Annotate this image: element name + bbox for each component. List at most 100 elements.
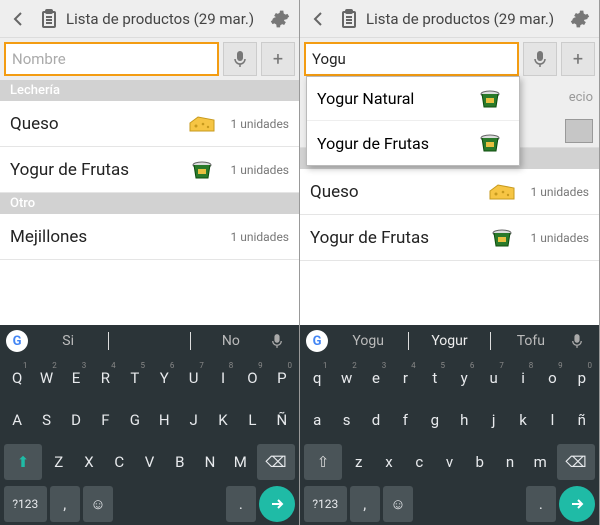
enter-key[interactable] <box>259 486 295 522</box>
mic-icon[interactable] <box>523 42 557 76</box>
key[interactable]: K <box>210 402 236 438</box>
key[interactable]: i8 <box>510 360 536 396</box>
key[interactable]: s <box>333 402 359 438</box>
suggestion[interactable]: Yogu <box>334 333 402 349</box>
key[interactable]: P0 <box>269 360 295 396</box>
google-icon[interactable]: G <box>6 330 28 352</box>
key[interactable]: k <box>510 402 536 438</box>
suggestion[interactable]: Yogur <box>415 333 483 349</box>
name-input[interactable] <box>312 50 511 68</box>
comma-key[interactable]: , <box>350 486 380 522</box>
list-item[interactable]: Queso 1 unidades <box>300 169 599 215</box>
key[interactable]: R4 <box>92 360 118 396</box>
key[interactable]: L <box>239 402 265 438</box>
key[interactable]: f <box>392 402 418 438</box>
google-icon[interactable]: G <box>306 330 328 352</box>
key[interactable]: e3 <box>363 360 389 396</box>
key[interactable]: ñ <box>569 402 595 438</box>
suggestion[interactable]: No <box>197 333 265 349</box>
key[interactable]: q1 <box>304 360 330 396</box>
emoji-key[interactable]: ☺ <box>83 486 113 522</box>
key[interactable]: V <box>136 444 163 480</box>
key[interactable]: X <box>75 444 102 480</box>
key[interactable]: r4 <box>392 360 418 396</box>
suggestion[interactable]: Si <box>34 333 102 349</box>
kbd-mic-icon[interactable] <box>271 333 293 349</box>
key[interactable]: l <box>539 402 565 438</box>
key[interactable]: I8 <box>210 360 236 396</box>
key[interactable]: G <box>122 402 148 438</box>
gear-icon[interactable] <box>565 4 595 34</box>
key[interactable]: u7 <box>480 360 506 396</box>
key[interactable]: E3 <box>63 360 89 396</box>
key[interactable]: p0 <box>569 360 595 396</box>
key[interactable]: v <box>436 444 463 480</box>
list-item[interactable]: Yogur de Frutas 1 unidades <box>0 147 299 193</box>
period-key[interactable]: . <box>526 486 556 522</box>
key[interactable]: B <box>166 444 193 480</box>
dropdown-item[interactable]: Yogur de Frutas <box>307 121 519 165</box>
key[interactable]: g <box>422 402 448 438</box>
key[interactable]: x <box>375 444 402 480</box>
backspace-key[interactable]: ⌫ <box>257 444 295 480</box>
key[interactable]: A <box>4 402 30 438</box>
back-icon[interactable] <box>304 4 334 34</box>
list-item[interactable]: Yogur de Frutas 1 unidades <box>300 215 599 261</box>
key[interactable]: S <box>33 402 59 438</box>
key[interactable]: W2 <box>33 360 59 396</box>
add-button[interactable]: + <box>261 42 295 76</box>
add-button[interactable]: + <box>561 42 595 76</box>
key[interactable]: Z <box>45 444 72 480</box>
key[interactable]: Y6 <box>151 360 177 396</box>
key[interactable]: h <box>451 402 477 438</box>
backspace-key[interactable]: ⌫ <box>557 444 595 480</box>
comma-key[interactable]: , <box>50 486 80 522</box>
key[interactable]: U7 <box>180 360 206 396</box>
key[interactable]: M <box>227 444 254 480</box>
space-key[interactable] <box>116 486 222 522</box>
symbols-key[interactable]: ?123 <box>304 486 347 522</box>
key[interactable]: z <box>345 444 372 480</box>
space-key[interactable] <box>416 486 522 522</box>
key[interactable]: n <box>496 444 523 480</box>
key[interactable]: c <box>406 444 433 480</box>
search-box[interactable] <box>304 42 519 76</box>
key[interactable]: Q1 <box>4 360 30 396</box>
image-placeholder-icon[interactable] <box>565 119 593 143</box>
emoji-key[interactable]: ☺ <box>383 486 413 522</box>
period-key[interactable]: . <box>226 486 256 522</box>
list-item[interactable]: Queso 1 unidades <box>0 101 299 147</box>
gear-icon[interactable] <box>265 4 295 34</box>
key[interactable]: t5 <box>422 360 448 396</box>
back-icon[interactable] <box>4 4 34 34</box>
key[interactable]: O9 <box>239 360 265 396</box>
key[interactable]: m <box>527 444 554 480</box>
key[interactable]: y6 <box>451 360 477 396</box>
list-item[interactable]: Mejillones 1 unidades <box>0 214 299 260</box>
shift-key[interactable]: ⇧ <box>304 444 342 480</box>
dropdown-item[interactable]: Yogur Natural <box>307 77 519 121</box>
key[interactable]: T5 <box>122 360 148 396</box>
key[interactable]: D <box>63 402 89 438</box>
key[interactable]: C <box>106 444 133 480</box>
key[interactable]: j <box>480 402 506 438</box>
symbols-key[interactable]: ?123 <box>4 486 47 522</box>
key[interactable]: H <box>151 402 177 438</box>
key[interactable]: b <box>466 444 493 480</box>
key[interactable]: N <box>196 444 223 480</box>
shift-key[interactable]: ⬆ <box>4 444 42 480</box>
key[interactable]: a <box>304 402 330 438</box>
name-input[interactable] <box>12 50 211 68</box>
kbd-mic-icon[interactable] <box>571 333 593 349</box>
key[interactable]: F <box>92 402 118 438</box>
key[interactable]: d <box>363 402 389 438</box>
search-box[interactable] <box>4 42 219 76</box>
key[interactable]: w2 <box>333 360 359 396</box>
keyboard[interactable]: G Si No Q1 W2 E3 R4 T5 Y6 U7 I8 O9 P0 A … <box>0 325 299 525</box>
enter-key[interactable] <box>559 486 595 522</box>
mic-icon[interactable] <box>223 42 257 76</box>
key[interactable]: J <box>180 402 206 438</box>
keyboard[interactable]: G Yogu Yogur Tofu q1 w2 e3 r4 t5 y6 u7 i… <box>300 325 599 525</box>
key[interactable]: o9 <box>539 360 565 396</box>
key[interactable]: Ñ <box>269 402 295 438</box>
